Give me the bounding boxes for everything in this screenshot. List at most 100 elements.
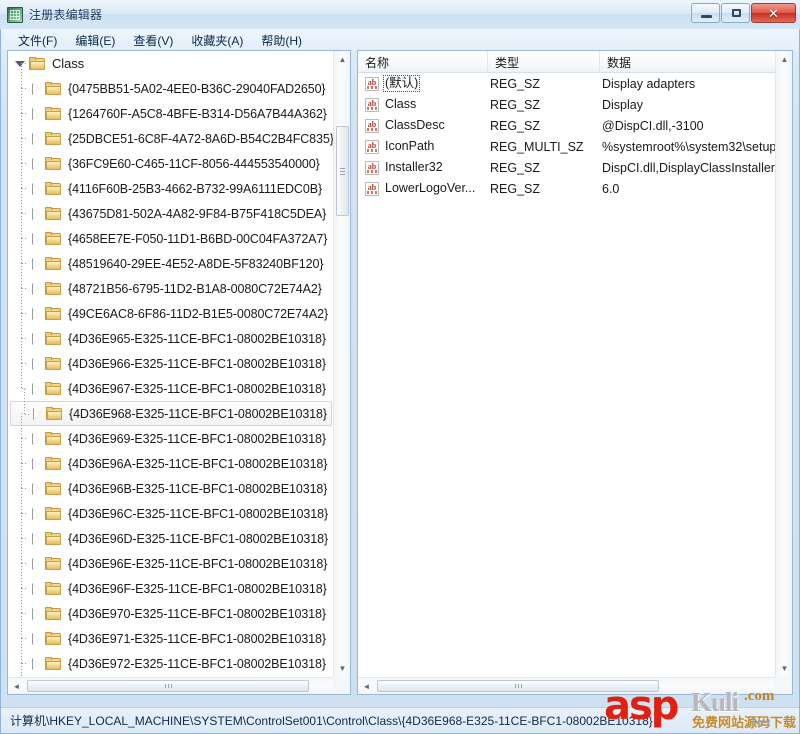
chevron-right-icon[interactable] [31,407,43,420]
values-hscroll-thumb[interactable] [377,680,659,692]
value-name-text: IconPath [385,139,435,153]
tree-item[interactable]: {4D36E971-E325-11CE-BFC1-08002BE10318} [8,613,334,651]
menu-edit[interactable]: 编辑(E) [66,30,124,51]
tree-item[interactable]: {25DBCE51-6C8F-4A72-8A6D-B54C2B4FC835} [8,113,334,151]
values-vertical-scrollbar[interactable]: ▲ ▼ [775,51,792,677]
value-name-text: ClassDesc [385,118,445,132]
menu-favorites[interactable]: 收藏夹(A) [182,30,252,51]
menu-view[interactable]: 查看(V) [124,30,182,51]
tree-item[interactable]: {1264760F-A5C8-4BFE-B314-D56A7B44A362} [8,88,334,126]
tree-item[interactable]: {43675D81-502A-4A82-9F84-B75F418C5DEA} [8,188,334,226]
value-row[interactable]: ab ClassDesc REG_SZ @DispCI.dll,-3100 [358,115,776,136]
chevron-right-icon[interactable] [30,357,42,370]
tree-item[interactable]: {4D36E96E-E325-11CE-BFC1-08002BE10318} [8,538,334,576]
menu-help[interactable]: 帮助(H) [252,30,311,51]
scroll-left-icon[interactable]: ◄ [358,678,375,694]
folder-icon [45,356,62,371]
close-button[interactable]: ✕ [751,3,796,23]
column-name[interactable]: 名称 [358,51,488,72]
tree-vertical-scrollbar[interactable]: ▲ ▼ [333,51,350,677]
tree-item[interactable]: {4D36E970-E325-11CE-BFC1-08002BE10318} [8,588,334,626]
chevron-right-icon[interactable] [30,132,42,145]
tree-item[interactable]: {49CE6AC8-6F86-11D2-B1E5-0080C72E74A2} [8,288,334,326]
minimize-button[interactable] [691,3,720,23]
tree-item[interactable]: {4D36E96C-E325-11CE-BFC1-08002BE10318} [8,488,334,526]
chevron-right-icon[interactable] [30,382,42,395]
tree-item-label: {4D36E965-E325-11CE-BFC1-08002BE10318} [68,331,326,346]
chevron-right-icon[interactable] [30,257,42,270]
tree-item[interactable]: {48721B56-6795-11D2-B1A8-0080C72E74A2} [8,263,334,301]
menu-bar: 文件(F) 编辑(E) 查看(V) 收藏夹(A) 帮助(H) [1,29,799,51]
scroll-down-icon[interactable]: ▼ [334,660,350,677]
chevron-right-icon[interactable] [30,432,42,445]
maximize-button[interactable] [721,3,750,23]
tree-connector [22,163,27,164]
chevron-right-icon[interactable] [30,232,42,245]
chevron-right-icon[interactable] [30,657,42,670]
values-horizontal-scrollbar[interactable]: ◄ ► [358,677,792,694]
value-name-text: Installer32 [385,160,443,174]
scroll-down-icon[interactable]: ▼ [776,660,792,677]
tree-horizontal-scrollbar[interactable]: ◄ ► [8,677,350,694]
tree-item[interactable]: {4D36E96D-E325-11CE-BFC1-08002BE10318} [8,513,334,551]
value-row[interactable]: ab Class REG_SZ Display [358,94,776,115]
tree-item[interactable]: {4D36E96B-E325-11CE-BFC1-08002BE10318} [8,463,334,501]
tree-item[interactable]: {0475BB51-5A02-4EE0-B36C-29040FAD2650} [8,63,334,101]
folder-icon [45,481,62,496]
tree-connector [22,263,27,264]
chevron-right-icon[interactable] [30,582,42,595]
scroll-left-icon[interactable]: ◄ [8,678,25,694]
status-path: 计算机\HKEY_LOCAL_MACHINE\SYSTEM\ControlSet… [10,714,653,728]
scroll-up-icon[interactable]: ▲ [334,51,350,68]
value-name-cell: ab ClassDesc [358,118,488,133]
chevron-right-icon[interactable] [30,207,42,220]
values-scroll-corner [775,677,792,694]
value-row[interactable]: ab Installer32 REG_SZ DispCI.dll,DisplayCla… [358,157,776,178]
chevron-right-icon[interactable] [30,182,42,195]
tree-connector [22,113,27,114]
chevron-right-icon[interactable] [30,507,42,520]
value-row[interactable]: ab IconPath REG_MULTI_SZ %systemroot%\syste… [358,136,776,157]
tree-item-label: {4D36E96F-E325-11CE-BFC1-08002BE10318} [68,581,327,596]
value-row[interactable]: ab LowerLogoVer... REG_SZ 6.0 [358,178,776,199]
values-list[interactable]: ab (默认) REG_SZ Display adapters ab Class REG_S… [358,73,776,677]
scroll-grip-icon [515,684,522,688]
tree-item[interactable]: {4D36E967-E325-11CE-BFC1-08002BE10318} [8,363,334,401]
column-data[interactable]: 数据 [600,51,776,72]
chevron-right-icon[interactable] [30,307,42,320]
tree-item[interactable]: {48519640-29EE-4E52-A8DE-5F83240BF120} [8,238,334,276]
chevron-right-icon[interactable] [30,457,42,470]
chevron-right-icon[interactable] [30,282,42,295]
title-bar[interactable]: 注册表编辑器 ✕ [0,0,800,29]
tree-item[interactable]: {4116F60B-25B3-4662-B732-99A6111EDC0B} [8,163,334,201]
chevron-right-icon[interactable] [30,607,42,620]
chevron-right-icon[interactable] [30,107,42,120]
chevron-right-icon[interactable] [30,332,42,345]
chevron-right-icon[interactable] [30,157,42,170]
tree-item[interactable]: {4D36E96F-E325-11CE-BFC1-08002BE10318} [8,563,334,601]
tree-connector [25,414,30,415]
tree-item-selected[interactable]: {4D36E968-E325-11CE-BFC1-08002BE10318} [10,389,332,426]
value-name-text: Class [385,97,417,111]
menu-file[interactable]: 文件(F) [9,30,66,51]
tree-item[interactable]: {4D36E965-E325-11CE-BFC1-08002BE10318} [8,313,334,351]
scroll-up-icon[interactable]: ▲ [776,51,792,68]
column-type[interactable]: 类型 [488,51,600,72]
tree-hscroll-thumb[interactable] [27,680,309,692]
tree-item[interactable]: {4D36E96A-E325-11CE-BFC1-08002BE10318} [8,438,334,476]
chevron-right-icon[interactable] [30,557,42,570]
chevron-right-icon[interactable] [30,482,42,495]
tree-scroll-thumb[interactable] [336,126,349,216]
tree-item[interactable]: {4D36E966-E325-11CE-BFC1-08002BE10318} [8,338,334,376]
tree-item[interactable]: {4658EE7E-F050-11D1-B6BD-00C04FA372A7} [8,213,334,251]
chevron-right-icon[interactable] [30,532,42,545]
tree-root-class[interactable]: Class [8,51,334,76]
folder-icon [45,531,62,546]
tree-item[interactable]: {36FC9E60-C465-11CF-8056-444553540000} [8,138,334,176]
registry-tree[interactable]: Class {0475BB51-5A02-4EE0-B36C-29040FAD26… [8,51,334,677]
tree-item[interactable]: {4D36E972-E325-11CE-BFC1-08002BE10318} [8,638,334,676]
tree-item[interactable]: {4D36E969-E325-11CE-BFC1-08002BE10318} [8,413,334,451]
chevron-right-icon[interactable] [30,82,42,95]
chevron-right-icon[interactable] [30,632,42,645]
value-row[interactable]: ab (默认) REG_SZ Display adapters [358,73,776,94]
